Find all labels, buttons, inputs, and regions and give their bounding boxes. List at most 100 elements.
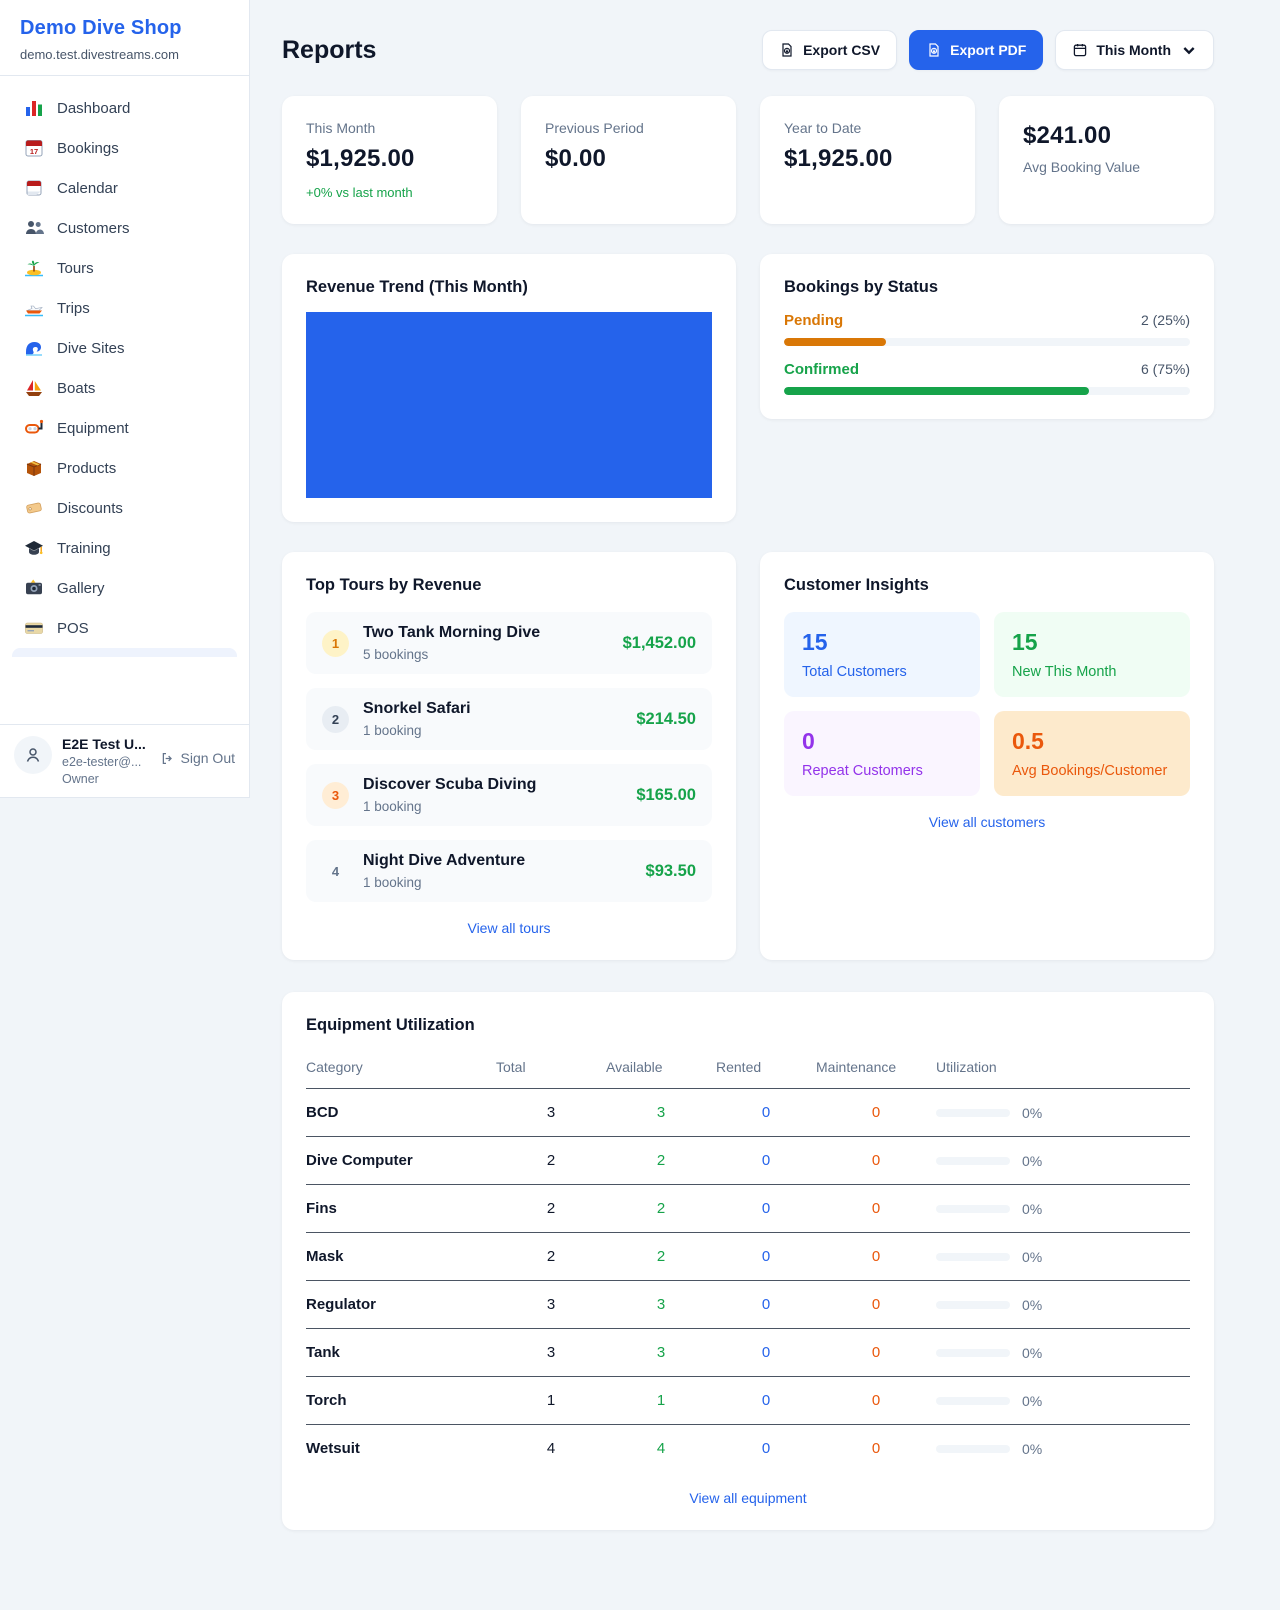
rank-badge: 1 [322,630,349,657]
cell-maintenance: 0 [816,1185,936,1233]
cell-available: 2 [606,1137,716,1185]
user-icon [23,745,43,765]
speedboat-icon [24,298,44,318]
cell-category: Regulator [306,1281,496,1329]
top-tours-card: Top Tours by Revenue 1 Two Tank Morning … [282,552,736,960]
tour-list: 1 Two Tank Morning Dive 5 bookings $1,45… [306,612,712,902]
view-all-tours-link[interactable]: View all tours [306,920,712,936]
insight-value: 0.5 [1012,728,1172,755]
top-tours-title: Top Tours by Revenue [306,576,712,595]
rank-badge: 3 [322,782,349,809]
cell-rented: 0 [716,1425,816,1473]
cell-maintenance: 0 [816,1281,936,1329]
cell-category: Fins [306,1185,496,1233]
equipment-table-header: Category Total Available Rented Maintena… [306,1051,1190,1089]
sidebar-item-products[interactable]: Products [12,448,237,488]
insight-label: New This Month [1012,664,1172,680]
sidebar-item-pos[interactable]: POS [12,608,237,648]
sidebar-item-label: Bookings [57,140,119,157]
stat-label: Avg Booking Value [1023,159,1190,175]
cell-total: 4 [496,1425,606,1473]
cell-rented: 0 [716,1185,816,1233]
package-icon [24,458,44,478]
insight-label: Avg Bookings/Customer [1012,763,1172,779]
utilization-bar [936,1157,1010,1165]
utilization-percent: 0% [1022,1393,1042,1409]
column-header: Rented [716,1051,816,1089]
view-all-customers-link[interactable]: View all customers [784,814,1190,830]
tour-row: 4 Night Dive Adventure 1 booking $93.50 [306,840,712,902]
cell-rented: 0 [716,1377,816,1425]
export-csv-button[interactable]: Export CSV [762,30,897,70]
sidebar-item-dive-sites[interactable]: Dive Sites [12,328,237,368]
table-row: Tank 3 3 0 0 0% [306,1329,1190,1377]
insight-value: 0 [802,728,962,755]
sidebar-item-label: Calendar [57,180,118,197]
cell-category: BCD [306,1089,496,1137]
cell-available: 1 [606,1377,716,1425]
cell-rented: 0 [716,1233,816,1281]
sidebar-item-calendar[interactable]: Calendar [12,168,237,208]
cell-total: 3 [496,1281,606,1329]
sidebar-item-bookings[interactable]: 17 Bookings [12,128,237,168]
cell-available: 2 [606,1185,716,1233]
export-pdf-button[interactable]: Export PDF [909,30,1043,70]
utilization-percent: 0% [1022,1297,1042,1313]
utilization-cell: 0% [936,1441,1190,1457]
sidebar-item-training[interactable]: Training [12,528,237,568]
bookings-by-status-title: Bookings by Status [784,278,1190,297]
cell-rented: 0 [716,1281,816,1329]
stat-value: $1,925.00 [784,145,951,173]
tour-name: Discover Scuba Diving [363,776,536,793]
customer-insights-card: Customer Insights 15 Total Customers 15 … [760,552,1214,960]
sidebar-item-equipment[interactable]: Equipment [12,408,237,448]
user-area: E2E Test U... e2e-tester@... Owner Sign … [0,724,249,797]
svg-text:17: 17 [30,147,38,156]
tour-revenue: $214.50 [636,710,696,729]
sidebar-item-label: Dashboard [57,100,130,117]
people-icon [24,218,44,238]
user-meta: E2E Test U... e2e-tester@... Owner [62,736,150,786]
tour-row: 2 Snorkel Safari 1 booking $214.50 [306,688,712,750]
file-download-icon [779,42,795,58]
tour-name: Night Dive Adventure [363,852,525,869]
bar-chart-icon [24,98,44,118]
sidebar-item-dashboard[interactable]: Dashboard [12,88,237,128]
shop-name: Demo Dive Shop [20,17,229,40]
charts-row: Revenue Trend (This Month) Bookings by S… [282,254,1214,522]
main-content: Reports Export CSV Export PDF This Month [250,0,1232,1530]
sidebar-item-tours[interactable]: Tours [12,248,237,288]
sidebar-item-label: Boats [57,380,95,397]
sidebar-item-trips[interactable]: Trips [12,288,237,328]
calendar-icon [1072,42,1088,58]
cell-available: 3 [606,1281,716,1329]
sidebar-item-label: Trips [57,300,90,317]
sidebar-item-label: Discounts [57,500,123,517]
tag-icon [24,498,44,518]
sidebar-item-label: Tours [57,260,94,277]
stat-card-year-to-date: Year to Date $1,925.00 [760,96,975,224]
sign-out-button[interactable]: Sign Out [160,750,235,766]
status-bar-track [784,338,1190,346]
period-dropdown[interactable]: This Month [1055,30,1214,70]
sidebar-item-customers[interactable]: Customers [12,208,237,248]
insights-grid: 15 Total Customers 15 New This Month 0 R… [784,612,1190,796]
cell-available: 4 [606,1425,716,1473]
sidebar-item-discounts[interactable]: Discounts [12,488,237,528]
stat-card-this-month: This Month $1,925.00 +0% vs last month [282,96,497,224]
export-pdf-label: Export PDF [950,42,1026,58]
sidebar-item-reports-partial[interactable] [12,648,237,657]
avatar [14,736,52,774]
insight-label: Total Customers [802,664,962,680]
logout-icon [160,751,175,766]
sidebar-item-label: Training [57,540,111,557]
customer-insights-title: Customer Insights [784,576,1190,595]
insight-value: 15 [802,629,962,656]
status-row-pending: Pending 2 (25%) [784,312,1190,346]
cell-category: Mask [306,1233,496,1281]
sidebar-item-boats[interactable]: Boats [12,368,237,408]
tour-bookings: 1 booking [363,799,622,814]
tour-revenue: $93.50 [646,862,696,881]
view-all-equipment-link[interactable]: View all equipment [306,1490,1190,1506]
sidebar-item-gallery[interactable]: Gallery [12,568,237,608]
